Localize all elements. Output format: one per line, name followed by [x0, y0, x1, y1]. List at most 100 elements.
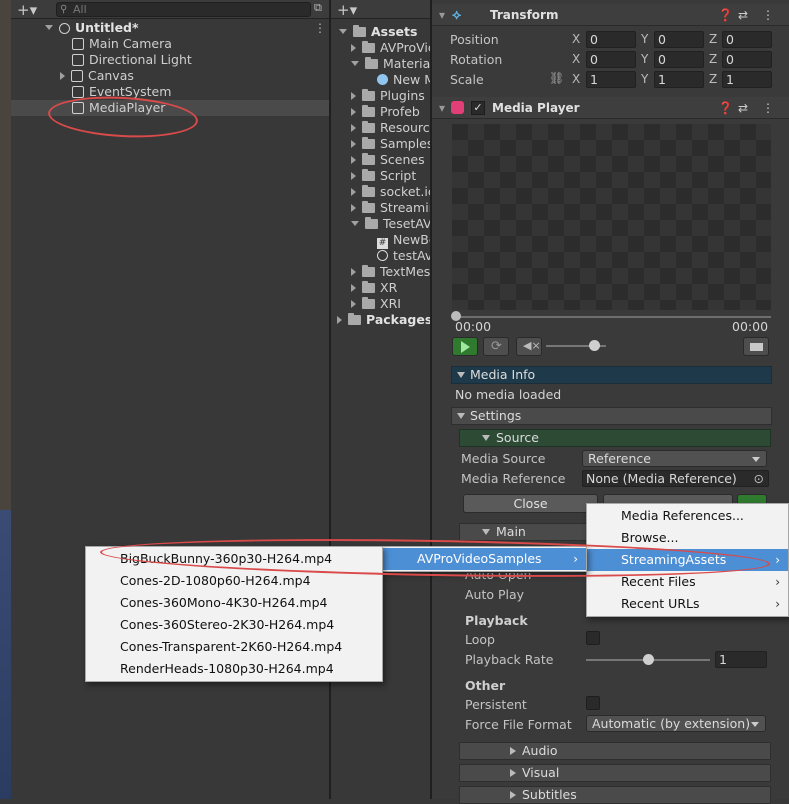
expand-icon[interactable]	[351, 221, 359, 226]
hierarchy-item-canvas[interactable]: Canvas	[60, 68, 134, 84]
project-asset[interactable]: # NewBe	[377, 232, 437, 249]
lock-icon[interactable]: ⧉	[314, 1, 322, 15]
project-asset[interactable]: New M	[377, 72, 435, 88]
rotation-y-input[interactable]: 0	[654, 51, 704, 68]
presets-icon[interactable]: ⇄	[738, 97, 748, 119]
expand-icon[interactable]: ▾	[439, 97, 445, 119]
mute-button[interactable]: ◀×	[516, 337, 542, 356]
position-x-input[interactable]: 0	[586, 31, 636, 48]
expand-icon[interactable]	[351, 61, 359, 66]
rotation-z-input[interactable]: 0	[722, 51, 772, 68]
folder-button[interactable]	[743, 337, 769, 356]
link-icon[interactable]: ⛓	[549, 71, 564, 85]
expand-icon[interactable]	[351, 204, 356, 212]
playback-rate-input[interactable]: 1	[715, 651, 767, 668]
project-folder[interactable]: Scenes	[351, 152, 425, 168]
expand-icon[interactable]	[351, 188, 356, 196]
expand-icon[interactable]: ▾	[439, 4, 445, 26]
more-options-icon[interactable]: ⋮	[762, 4, 774, 26]
force-file-format-dropdown[interactable]: Automatic (by extension)	[586, 715, 766, 732]
visual-header[interactable]: Visual	[459, 764, 771, 782]
assets-root[interactable]: Assets	[339, 24, 417, 40]
add-icon[interactable]: +▾	[17, 1, 37, 19]
persistent-checkbox[interactable]	[586, 696, 600, 710]
subtitles-header[interactable]: Subtitles	[459, 786, 771, 804]
project-asset[interactable]: testAv	[377, 248, 432, 264]
menu-item-video-file[interactable]: RenderHeads-1080p30-H264.mp4	[86, 658, 382, 680]
folder-icon	[362, 89, 375, 101]
position-z-input[interactable]: 0	[722, 31, 772, 48]
menu-item-recent-urls[interactable]: Recent URLs ›	[587, 593, 788, 615]
expand-icon[interactable]	[45, 25, 53, 30]
help-icon[interactable]: ❓	[718, 4, 733, 26]
audio-header[interactable]: Audio	[459, 742, 771, 760]
hierarchy-item-directional-light[interactable]: Directional Light	[72, 52, 192, 68]
project-folder[interactable]: AVProVic	[351, 40, 435, 56]
media-info-header[interactable]: Media Info	[451, 366, 772, 384]
expand-icon	[510, 769, 516, 777]
source-header[interactable]: Source	[459, 429, 771, 447]
hierarchy-item-main-camera[interactable]: Main Camera	[72, 36, 172, 52]
position-y-input[interactable]: 0	[654, 31, 704, 48]
playback-heading: Playback	[465, 613, 528, 628]
section-title: Source	[496, 430, 539, 445]
settings-header[interactable]: Settings	[451, 407, 772, 425]
project-folder[interactable]: socket.ic	[351, 184, 435, 200]
expand-icon[interactable]	[351, 92, 356, 100]
menu-item-media-references[interactable]: Media References...	[587, 505, 788, 527]
play-button[interactable]	[452, 337, 478, 356]
expand-icon[interactable]	[351, 140, 356, 148]
menu-item-video-file[interactable]: Cones-360Mono-4K30-H264.mp4	[86, 592, 382, 614]
expand-icon[interactable]	[351, 284, 356, 292]
scale-y-input[interactable]: 1	[654, 71, 704, 88]
project-folder[interactable]: Samples	[351, 136, 433, 152]
media-source-dropdown[interactable]: Reference	[582, 450, 767, 467]
expand-icon[interactable]	[351, 300, 356, 308]
more-options-icon[interactable]: ⋮	[314, 21, 326, 35]
expand-icon[interactable]	[337, 316, 342, 324]
close-button[interactable]: Close	[463, 494, 598, 513]
project-folder[interactable]: Resource	[351, 120, 437, 136]
rotation-x-input[interactable]: 0	[586, 51, 636, 68]
scale-z-input[interactable]: 1	[722, 71, 772, 88]
expand-icon[interactable]	[351, 124, 356, 132]
other-heading: Other	[465, 678, 506, 693]
seek-bar[interactable]	[455, 316, 771, 318]
menu-item-video-file[interactable]: Cones-360Stereo-2K30-H264.mp4	[86, 614, 382, 636]
hierarchy-search-input[interactable]: ⚲ All	[56, 2, 311, 17]
project-folder[interactable]: Material	[351, 56, 434, 72]
project-folder[interactable]: XRI	[351, 296, 401, 312]
packages-root[interactable]: Packages	[337, 312, 432, 328]
project-folder[interactable]: TesetAV	[351, 216, 432, 232]
transform-header[interactable]: ▾ ⟡ Transform ❓ ⇄ ⋮	[432, 4, 789, 26]
project-folder[interactable]: TextMes	[351, 264, 430, 280]
media-reference-field[interactable]: None (Media Reference) ⊙	[582, 470, 769, 487]
menu-item-video-file[interactable]: Cones-Transparent-2K60-H264.mp4	[86, 636, 382, 658]
presets-icon[interactable]: ⇄	[738, 4, 748, 26]
scale-x-input[interactable]: 1	[586, 71, 636, 88]
more-options-icon[interactable]: ⋮	[762, 97, 774, 119]
object-picker-icon[interactable]: ⊙	[754, 471, 764, 486]
project-folder[interactable]: Streamin	[351, 200, 437, 216]
loop-checkbox[interactable]	[586, 631, 600, 645]
expand-icon[interactable]	[351, 44, 356, 52]
project-folder[interactable]: XR	[351, 280, 397, 296]
expand-icon[interactable]	[351, 268, 356, 276]
transform-icon: ⟡	[452, 7, 462, 23]
expand-icon[interactable]	[351, 156, 356, 164]
help-icon[interactable]: ❓	[718, 97, 733, 119]
expand-icon[interactable]	[60, 72, 65, 80]
playback-rate-slider-handle[interactable]	[643, 654, 654, 665]
loop-button[interactable]: ⟳	[483, 337, 509, 356]
expand-icon[interactable]	[351, 108, 356, 116]
project-folder[interactable]: Script	[351, 168, 416, 184]
expand-icon[interactable]	[339, 29, 347, 34]
expand-icon[interactable]	[351, 172, 356, 180]
volume-slider-handle[interactable]	[589, 340, 600, 351]
add-icon[interactable]: +▾	[337, 1, 357, 19]
enabled-checkbox[interactable]: ✓	[471, 101, 485, 115]
project-folder[interactable]: Profeb	[351, 104, 420, 120]
project-folder[interactable]: Plugins	[351, 88, 425, 104]
media-player-header[interactable]: ▾ ✓ Media Player ❓ ⇄ ⋮	[432, 97, 789, 119]
scene-root[interactable]: Untitled*	[45, 20, 139, 36]
